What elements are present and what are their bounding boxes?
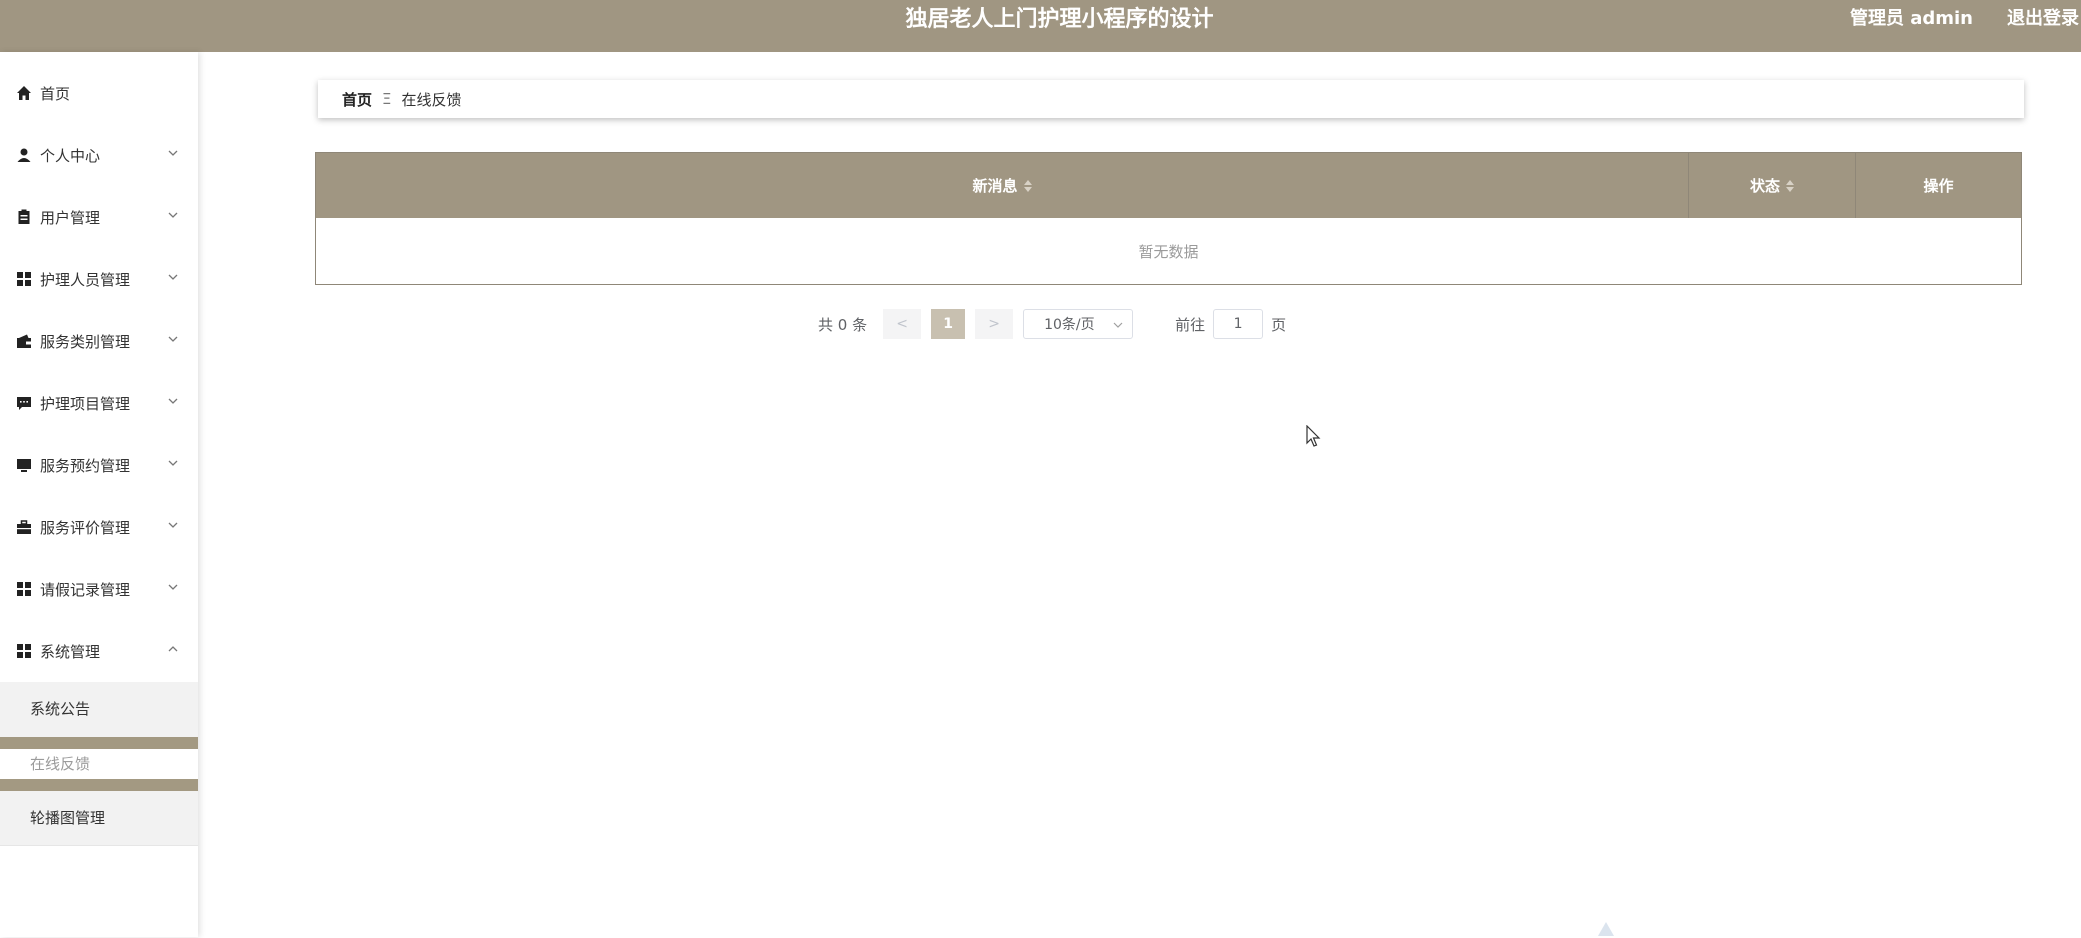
chevron-down-icon (1113, 322, 1123, 328)
sidebar-item-nursing-staff[interactable]: 护理人员管理 (0, 248, 198, 310)
sidebar-item-personal-center[interactable]: 个人中心 (0, 124, 198, 186)
prev-page-button[interactable]: < (883, 309, 922, 339)
briefcase-icon (16, 519, 32, 535)
pagination-total: 共 0 条 (818, 315, 868, 334)
chevron-down-icon (168, 522, 178, 528)
sidebar-item-label: 护理人员管理 (40, 270, 131, 289)
goto-page-input[interactable] (1213, 309, 1264, 339)
page-number-button[interactable]: 1 (931, 309, 966, 339)
submenu-divider (0, 737, 198, 749)
chevron-down-icon (168, 398, 178, 404)
sidebar-item-service-review[interactable]: 服务评价管理 (0, 496, 198, 558)
chevron-up-icon (168, 646, 178, 652)
sidebar-item-label: 系统管理 (40, 642, 101, 661)
breadcrumb-home[interactable]: 首页 (342, 89, 372, 110)
sidebar-item-label: 服务类别管理 (40, 332, 131, 351)
sidebar-item-user-management[interactable]: 用户管理 (0, 186, 198, 248)
sidebar-item-label: 用户管理 (40, 208, 101, 227)
chevron-down-icon (168, 460, 178, 466)
breadcrumb-separator: Ξ (382, 90, 392, 108)
next-page-button[interactable]: > (975, 309, 1014, 339)
grid-icon (16, 581, 32, 597)
sidebar-item-leave-records[interactable]: 请假记录管理 (0, 558, 198, 620)
sidebar-item-label: 首页 (40, 84, 71, 103)
sort-icon[interactable] (1023, 179, 1032, 192)
sidebar-item-label: 个人中心 (40, 146, 101, 165)
top-header: 独居老人上门护理小程序的设计 管理员 admin 退出登录 (0, 0, 2081, 52)
clipboard-icon (16, 209, 32, 225)
sidebar-item-label: 请假记录管理 (40, 580, 131, 599)
monitor-icon (16, 457, 32, 473)
feedback-table: 新消息 状态 操作 暂无数据 (315, 152, 2022, 285)
chevron-down-icon (168, 274, 178, 280)
sidebar-item-nursing-project[interactable]: 护理项目管理 (0, 372, 198, 434)
column-header-actions: 操作 (1856, 153, 2021, 218)
chevron-down-icon (168, 584, 178, 590)
column-header-new-message[interactable]: 新消息 (316, 153, 1689, 218)
sidebar-item-label: 服务预约管理 (40, 456, 131, 475)
decorative-corner-icon (1598, 922, 1614, 936)
goto-label: 前往 (1175, 315, 1206, 334)
chevron-down-icon (168, 212, 178, 218)
app-title: 独居老人上门护理小程序的设计 (905, 7, 1214, 32)
system-submenu: 系统公告 在线反馈 轮播图管理 (0, 682, 198, 846)
sidebar-item-home[interactable]: 首页 (0, 62, 198, 124)
page-size-select[interactable]: 10条/页 (1023, 309, 1134, 339)
logout-button[interactable]: 退出登录 (2007, 0, 2079, 38)
mouse-cursor-icon (1306, 425, 1321, 447)
sort-icon[interactable] (1786, 179, 1794, 192)
goto-suffix: 页 (1271, 315, 1287, 334)
breadcrumb: 首页 Ξ 在线反馈 (318, 80, 2024, 118)
sidebar-item-service-category[interactable]: 服务类别管理 (0, 310, 198, 372)
column-label: 状态 (1749, 177, 1780, 195)
home-icon (16, 85, 32, 101)
chevron-down-icon (168, 336, 178, 342)
grid-icon (16, 643, 32, 659)
sidebar-item-label: 护理项目管理 (40, 394, 131, 413)
column-label: 新消息 (972, 177, 1018, 195)
submenu-item-announcements[interactable]: 系统公告 (0, 682, 198, 737)
page-size-value: 10条/页 (1044, 317, 1095, 333)
sidebar: 首页 个人中心 用户管理 护理人员管理 服务类别管理 护理项目管理 服务预约管理… (0, 52, 198, 937)
sidebar-item-system-management[interactable]: 系统管理 (0, 620, 198, 682)
submenu-divider (0, 779, 198, 791)
grid-icon (16, 271, 32, 287)
user-icon (16, 147, 32, 163)
pagination: 共 0 条 < 1 > 10条/页 前往 页 (818, 309, 1286, 339)
chevron-down-icon (168, 150, 178, 156)
empty-state: 暂无数据 (316, 218, 2021, 284)
message-icon (16, 395, 32, 411)
current-user: 管理员 admin (1849, 8, 1973, 29)
wallet-icon (16, 333, 32, 349)
column-label: 操作 (1923, 177, 1954, 195)
breadcrumb-current: 在线反馈 (401, 90, 462, 109)
sidebar-item-label: 服务评价管理 (40, 518, 131, 537)
column-header-status[interactable]: 状态 (1689, 153, 1856, 218)
submenu-item-online-feedback[interactable]: 在线反馈 (0, 749, 198, 779)
table-header: 新消息 状态 操作 (316, 153, 2021, 218)
sidebar-item-service-booking[interactable]: 服务预约管理 (0, 434, 198, 496)
submenu-item-carousel[interactable]: 轮播图管理 (0, 791, 198, 846)
